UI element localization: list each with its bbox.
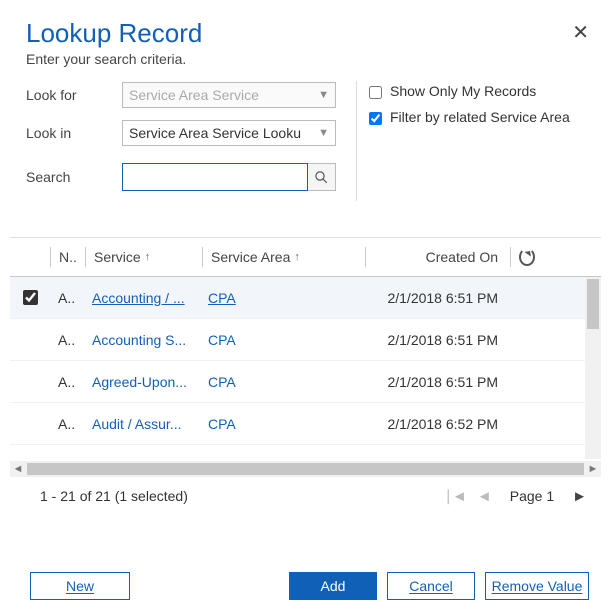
page-label: Page 1	[510, 488, 554, 504]
sort-asc-icon: ↑	[294, 251, 300, 263]
table-row[interactable]: A.. Accounting S... CPA 2/1/2018 6:51 PM	[10, 319, 601, 361]
cell-name: A..	[50, 374, 84, 390]
remove-value-button[interactable]: Remove Value	[485, 572, 589, 600]
lookin-select[interactable]: Service Area Service Looku ▼	[122, 120, 336, 146]
cell-service[interactable]: Audit / Assur...	[84, 416, 200, 432]
filter-related[interactable]: Filter by related Service Area	[369, 107, 589, 133]
col-service[interactable]: Service↑	[86, 249, 202, 265]
row-checkbox[interactable]	[23, 290, 38, 305]
prev-page-button[interactable]: ◄	[477, 488, 492, 505]
cell-area[interactable]: CPA	[200, 374, 362, 390]
grid-header: N.. Service↑ Service Area↑ Created On	[10, 237, 601, 277]
dialog-subtitle: Enter your search criteria.	[26, 51, 589, 67]
search-label: Search	[26, 169, 122, 185]
filter-related-checkbox[interactable]	[369, 112, 382, 125]
show-only-checkbox[interactable]	[369, 86, 382, 99]
cell-area[interactable]: CPA	[200, 332, 362, 348]
cell-area[interactable]: CPA	[200, 290, 362, 306]
new-button[interactable]: New	[30, 572, 130, 600]
scroll-thumb[interactable]	[587, 279, 599, 329]
lookfor-select[interactable]: Service Area Service ▼	[122, 82, 336, 108]
vertical-scrollbar[interactable]	[585, 277, 601, 459]
scroll-thumb[interactable]	[27, 463, 584, 475]
cell-name: A..	[50, 416, 84, 432]
cell-service[interactable]: Agreed-Upon...	[84, 374, 200, 390]
close-icon[interactable]: ✕	[572, 18, 589, 45]
col-created[interactable]: Created On	[366, 249, 510, 265]
table-row[interactable]: A.. Accounting / ... CPA 2/1/2018 6:51 P…	[10, 277, 601, 319]
search-input[interactable]	[122, 163, 308, 191]
cell-created: 2/1/2018 6:51 PM	[362, 290, 506, 306]
horizontal-scrollbar[interactable]: ◄ ►	[10, 461, 601, 477]
lookfor-label: Look for	[26, 87, 122, 103]
pager-summary: 1 - 21 of 21 (1 selected)	[40, 488, 188, 504]
results-grid: N.. Service↑ Service Area↑ Created On A.…	[10, 237, 601, 505]
lookfor-value: Service Area Service	[129, 83, 259, 107]
show-only-my-records[interactable]: Show Only My Records	[369, 81, 589, 107]
refresh-icon	[519, 248, 535, 266]
col-area[interactable]: Service Area↑	[203, 249, 365, 265]
lookin-value: Service Area Service Looku	[129, 121, 301, 145]
lookin-label: Look in	[26, 125, 122, 141]
show-only-label: Show Only My Records	[390, 83, 536, 99]
sort-asc-icon: ↑	[145, 251, 151, 263]
search-icon	[314, 170, 329, 185]
refresh-button[interactable]	[511, 248, 543, 266]
cell-name: A..	[50, 290, 84, 306]
cancel-button[interactable]: Cancel	[387, 572, 475, 600]
cell-area[interactable]: CPA	[200, 416, 362, 432]
action-bar: New Add Cancel Remove Value	[0, 572, 611, 600]
search-button[interactable]	[308, 163, 336, 191]
cell-created: 2/1/2018 6:52 PM	[362, 416, 506, 432]
chevron-down-icon: ▼	[318, 83, 329, 107]
criteria-panel: Look for Service Area Service ▼ Look in …	[26, 81, 589, 201]
add-button[interactable]: Add	[289, 572, 377, 600]
col-name[interactable]: N..	[51, 249, 85, 265]
scroll-right-icon[interactable]: ►	[585, 463, 601, 475]
dialog-title: Lookup Record	[26, 18, 202, 49]
next-page-button[interactable]: ►	[572, 488, 587, 505]
cell-service[interactable]: Accounting S...	[84, 332, 200, 348]
filter-related-label: Filter by related Service Area	[390, 109, 570, 125]
table-row[interactable]	[10, 445, 601, 459]
scroll-left-icon[interactable]: ◄	[10, 463, 26, 475]
cell-created: 2/1/2018 6:51 PM	[362, 374, 506, 390]
pager: 1 - 21 of 21 (1 selected) ∣◄ ◄ Page 1 ►	[10, 477, 601, 505]
table-row[interactable]: A.. Audit / Assur... CPA 2/1/2018 6:52 P…	[10, 403, 601, 445]
cell-service[interactable]: Accounting / ...	[84, 290, 200, 306]
cell-created: 2/1/2018 6:51 PM	[362, 332, 506, 348]
cell-name: A..	[50, 332, 84, 348]
table-row[interactable]: A.. Agreed-Upon... CPA 2/1/2018 6:51 PM	[10, 361, 601, 403]
chevron-down-icon: ▼	[318, 121, 329, 145]
first-page-button[interactable]: ∣◄	[445, 487, 467, 505]
